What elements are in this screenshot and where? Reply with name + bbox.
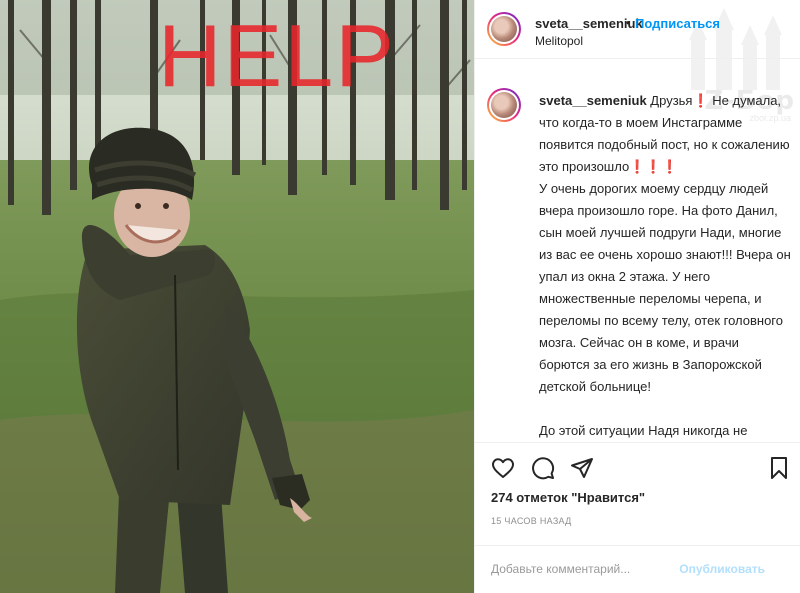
header-separator: • — [626, 15, 631, 30]
likes-count[interactable]: 274 отметок "Нравится" — [491, 490, 645, 505]
caption-avatar[interactable] — [487, 88, 521, 122]
post-header: sveta__semeniuk • Подписаться Melitopol — [475, 0, 800, 59]
help-overlay-text: HELP — [158, 6, 396, 105]
post-photo[interactable]: HELP — [0, 0, 474, 593]
caption-greeting: Друзья — [646, 93, 693, 108]
exclamation-triple-icon: ❗❗❗ — [629, 159, 678, 174]
header-location[interactable]: Melitopol — [535, 34, 583, 48]
heart-icon[interactable] — [491, 456, 515, 480]
caption-username[interactable]: sveta__semeniuk — [539, 93, 647, 108]
caption-paragraph-1: У очень дорогих моему сердцу людей вчера… — [539, 181, 791, 394]
caption-paragraph-2: До этой ситуации Надя никогда не проходи… — [539, 423, 748, 438]
comment-box: Добавьте комментарий... Опубликовать — [475, 545, 800, 593]
bookmark-icon[interactable] — [767, 456, 791, 480]
post-timestamp[interactable]: 15 ЧАСОВ НАЗАД — [491, 516, 572, 526]
exclamation-icon: ❗ — [692, 93, 709, 108]
follow-button[interactable]: Подписаться — [635, 16, 720, 31]
comment-input[interactable]: Добавьте комментарий... — [491, 562, 630, 576]
caption-area: sveta__semeniuk Друзья❗ Не думала, что к… — [475, 78, 800, 442]
caption-text: sveta__semeniuk Друзья❗ Не думала, что к… — [539, 90, 793, 442]
post-actions: 274 отметок "Нравится" 15 ЧАСОВ НАЗАД До… — [475, 442, 800, 593]
header-avatar[interactable] — [487, 12, 521, 46]
share-icon[interactable] — [570, 456, 594, 480]
publish-button[interactable]: Опубликовать — [679, 562, 765, 576]
post-side-panel: Z-Бор zbor.zp.ua sveta__semeniuk • Подпи… — [474, 0, 800, 593]
comment-icon[interactable] — [531, 456, 555, 480]
